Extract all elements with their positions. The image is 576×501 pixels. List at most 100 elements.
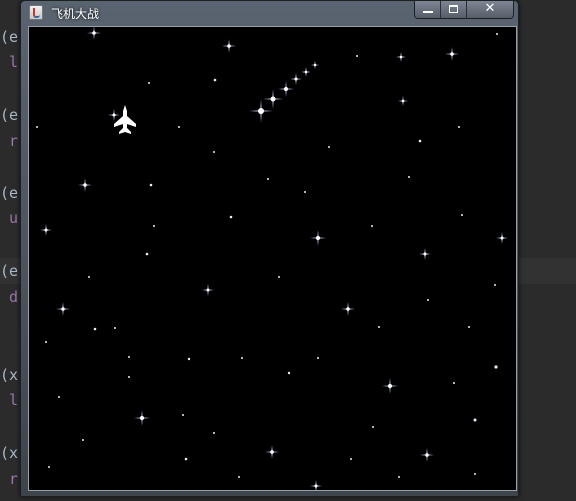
sparkle-star: [222, 39, 236, 53]
sparkle-star: [420, 448, 434, 462]
dot-star: [453, 382, 455, 384]
dot-star: [128, 376, 130, 378]
dot-star: [494, 365, 498, 369]
editor-code-fragment: (e: [0, 184, 19, 202]
sparkle-star: [108, 109, 120, 121]
editor-code-fragment: l: [0, 391, 19, 409]
dot-star: [229, 215, 233, 219]
sparkle-star: [311, 61, 319, 69]
dot-star: [304, 191, 306, 193]
dot-star: [371, 225, 373, 227]
sparkle-star: [278, 81, 294, 97]
window-titlebar[interactable]: 飞机大战 ✕: [21, 1, 518, 25]
sparkle-star: [310, 480, 322, 490]
editor-code-fragment: u: [0, 209, 19, 227]
sparkle-star: [56, 302, 70, 316]
dot-star: [93, 327, 97, 331]
dot-star: [398, 476, 400, 478]
dot-star: [184, 457, 188, 461]
dot-star: [145, 252, 149, 256]
dot-star: [494, 284, 496, 286]
dot-star: [153, 225, 155, 227]
sparkle-star: [398, 96, 408, 106]
game-window: 飞机大战 ✕: [20, 0, 519, 497]
dot-star: [408, 176, 410, 178]
starfield-canvas: [29, 27, 516, 490]
dot-star: [427, 299, 429, 301]
close-icon: ✕: [484, 1, 496, 16]
sparkle-star: [396, 52, 406, 62]
dot-star: [213, 78, 217, 82]
dot-star: [241, 357, 243, 359]
editor-code-fragment: (e: [0, 262, 19, 280]
sparkle-star: [202, 284, 214, 296]
dot-star: [149, 183, 153, 187]
dot-stars: [36, 33, 498, 478]
dot-star: [148, 82, 150, 84]
minimize-icon: [423, 11, 433, 13]
dot-star: [58, 396, 60, 398]
dot-star: [48, 466, 50, 468]
java-app-icon[interactable]: [29, 5, 43, 20]
editor-code-fragment: d: [0, 288, 19, 306]
dot-star: [182, 414, 184, 416]
dot-star: [114, 327, 116, 329]
editor-code-fragment: l: [0, 53, 19, 71]
dot-star: [178, 126, 180, 128]
dot-star: [372, 426, 374, 428]
sparkle-star: [249, 99, 273, 123]
sparkle-star: [265, 445, 279, 459]
dot-star: [128, 356, 130, 358]
dot-star: [287, 371, 291, 375]
dot-star: [496, 33, 498, 35]
dot-star: [45, 341, 47, 343]
game-canvas-area[interactable]: [28, 26, 517, 491]
dot-star: [468, 326, 470, 328]
dot-star: [213, 151, 215, 153]
dot-star: [378, 326, 380, 328]
maximize-button[interactable]: [441, 1, 467, 18]
dot-star: [458, 126, 460, 128]
sparkle-star: [134, 410, 150, 426]
sparkle-star: [78, 178, 92, 192]
editor-code-fragment: (e: [0, 28, 19, 46]
editor-code-fragment: (e: [0, 106, 19, 124]
sparkle-star: [301, 67, 311, 77]
sparkle-stars: [40, 27, 508, 490]
sparkle-star: [419, 248, 431, 260]
sparkle-star: [496, 232, 508, 244]
sparkle-star: [445, 47, 459, 61]
window-title: 飞机大战: [51, 7, 100, 21]
editor-code-fragment: r: [0, 132, 19, 150]
dot-star: [473, 418, 477, 422]
sparkle-star: [290, 73, 302, 85]
dot-star: [238, 476, 240, 478]
dot-star: [278, 276, 280, 278]
maximize-icon: [449, 5, 458, 13]
minimize-button[interactable]: [415, 1, 441, 18]
dot-star: [187, 357, 191, 361]
editor-code-fragment: (x: [0, 444, 19, 462]
editor-code-fragment: r: [0, 470, 19, 488]
dot-star: [461, 214, 463, 216]
close-button[interactable]: ✕: [467, 1, 513, 18]
dot-star: [350, 458, 352, 460]
dot-star: [213, 432, 215, 434]
sparkle-star: [263, 89, 283, 109]
dot-star: [474, 473, 476, 475]
dot-star: [356, 55, 358, 57]
sparkle-star: [382, 378, 398, 394]
sparkle-star: [87, 27, 101, 40]
dot-star: [88, 276, 90, 278]
dot-star: [82, 439, 84, 441]
dot-star: [328, 146, 330, 148]
sparkle-star: [310, 230, 326, 246]
player-plane[interactable]: [114, 105, 136, 134]
desktop: (e l (e r (e u (e d (x l (x r 飞机大战 ✕: [0, 0, 576, 501]
dot-star: [36, 126, 38, 128]
dot-star: [418, 139, 422, 143]
window-controls: ✕: [414, 1, 514, 19]
sparkle-star: [40, 224, 52, 236]
dot-star: [317, 357, 319, 359]
dot-star: [267, 178, 269, 180]
